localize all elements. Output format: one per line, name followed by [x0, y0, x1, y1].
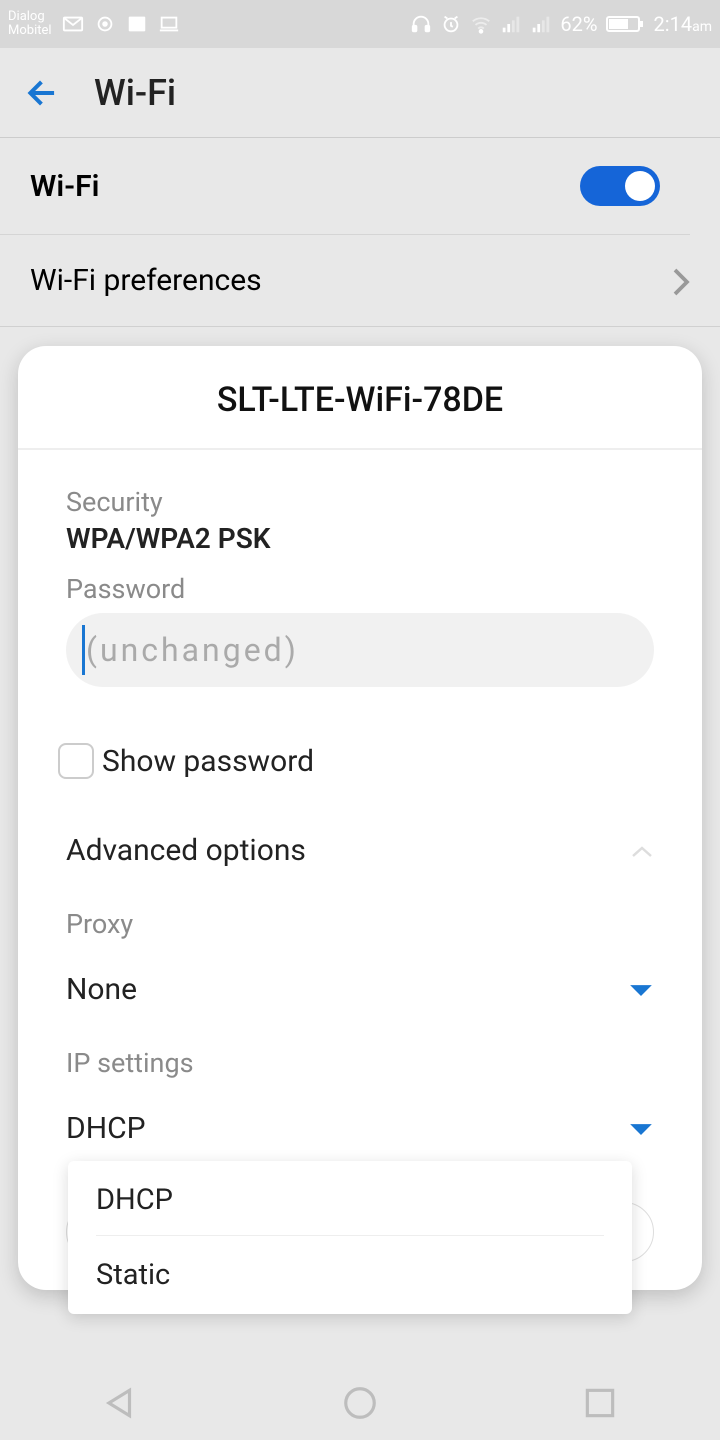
nav-home-button[interactable]	[341, 1384, 379, 1422]
text-cursor	[82, 625, 85, 675]
wifi-network-dialog: SLT-LTE-WiFi-78DE Security WPA/WPA2 PSK …	[18, 346, 702, 1290]
battery-icon	[606, 13, 646, 35]
status-bar: Dialog Mobitel 62%	[0, 0, 720, 48]
time-value: 2:14	[654, 12, 693, 36]
security-value: WPA/WPA2 PSK	[66, 522, 654, 555]
time-suffix: am	[692, 19, 712, 35]
laptop-icon	[158, 13, 180, 35]
alarm-icon	[440, 13, 462, 35]
ip-settings-value: DHCP	[66, 1111, 146, 1146]
toggle-knob	[625, 171, 655, 201]
password-label: Password	[66, 573, 654, 605]
carrier-label: Dialog Mobitel	[8, 10, 52, 39]
status-right: 62% 2:14am	[410, 12, 712, 36]
ip-settings-dropdown[interactable]: DHCP	[66, 1111, 654, 1146]
image-icon	[126, 13, 148, 35]
dropdown-option-static[interactable]: Static	[96, 1235, 604, 1314]
dropdown-arrow-icon	[628, 983, 654, 997]
dialog-title: SLT-LTE-WiFi-78DE	[18, 346, 702, 450]
wifi-toggle[interactable]	[580, 166, 660, 206]
advanced-label: Advanced options	[66, 833, 306, 868]
dropdown-option-dhcp[interactable]: DHCP	[68, 1161, 632, 1235]
show-password-row[interactable]: Show password	[58, 743, 654, 779]
show-password-checkbox[interactable]	[58, 743, 94, 779]
time: 2:14am	[654, 12, 712, 36]
advanced-options-row[interactable]: Advanced options	[66, 833, 654, 868]
wifi-preferences-row[interactable]: Wi-Fi preferences	[0, 235, 720, 327]
mail-icon	[62, 13, 84, 35]
back-button[interactable]	[24, 74, 62, 112]
ip-settings-label: IP settings	[66, 1047, 654, 1079]
proxy-dropdown[interactable]: None	[66, 972, 654, 1007]
navigation-bar	[0, 1366, 720, 1440]
carrier-line2: Mobitel	[8, 24, 52, 38]
signal2-icon	[530, 13, 552, 35]
location-icon	[94, 13, 116, 35]
wifi-label: Wi-Fi	[30, 169, 99, 204]
ip-settings-popup: DHCP Static	[68, 1161, 632, 1314]
nav-recent-button[interactable]	[581, 1384, 619, 1422]
chevron-right-icon	[672, 267, 690, 295]
dropdown-arrow-icon	[628, 1122, 654, 1136]
wifi-prefs-label: Wi-Fi preferences	[30, 263, 262, 298]
app-bar: Wi-Fi	[0, 48, 720, 138]
proxy-label: Proxy	[66, 908, 654, 940]
wifi-toggle-row[interactable]: Wi-Fi	[0, 138, 690, 235]
carrier-line1: Dialog	[8, 10, 52, 24]
battery-percent: 62%	[560, 12, 597, 36]
status-left: Dialog Mobitel	[8, 10, 180, 39]
nav-back-button[interactable]	[101, 1384, 139, 1422]
dialog-body: Security WPA/WPA2 PSK Password (unchange…	[18, 450, 702, 1146]
show-password-label: Show password	[102, 744, 314, 779]
security-label: Security	[66, 486, 654, 518]
chevron-up-icon	[630, 844, 654, 858]
proxy-value: None	[66, 972, 137, 1007]
settings-list: Wi-Fi Wi-Fi preferences	[0, 138, 720, 327]
password-input[interactable]: (unchanged)	[66, 613, 654, 687]
signal1-icon	[500, 13, 522, 35]
page-title: Wi-Fi	[94, 72, 176, 114]
headphones-icon	[410, 13, 432, 35]
wifi-icon	[470, 13, 492, 35]
password-placeholder: (unchanged)	[82, 631, 638, 669]
